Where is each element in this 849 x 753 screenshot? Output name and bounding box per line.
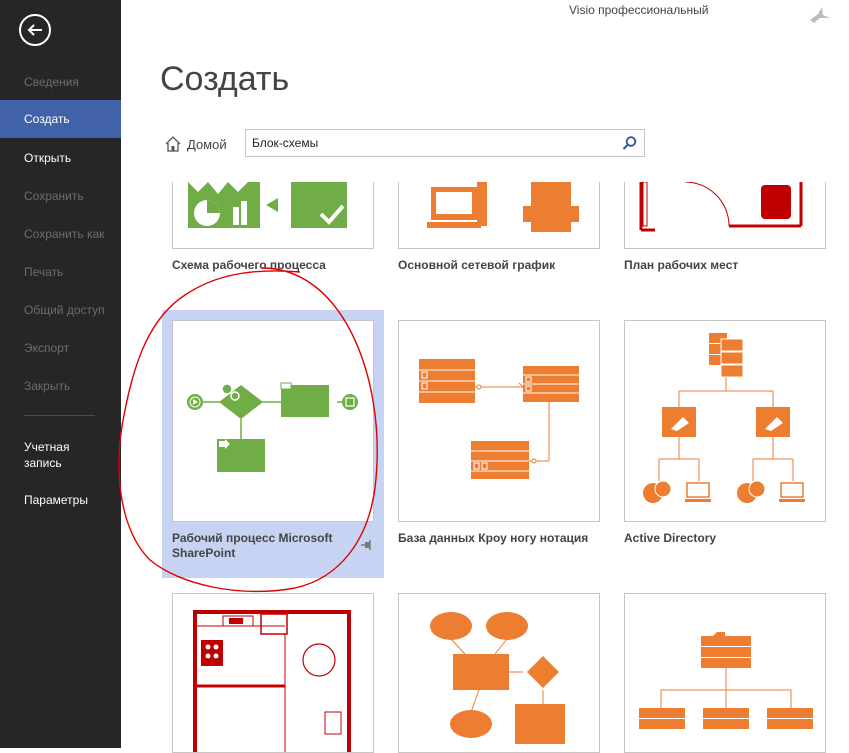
nav-new[interactable]: Создать <box>0 100 121 138</box>
template-thumb-crows-foot-db[interactable] <box>398 320 600 522</box>
template-label-office-layout[interactable]: План рабочих мест <box>624 258 738 273</box>
back-arrow-icon <box>27 24 42 36</box>
template-label-crows-foot-db[interactable]: База данных Кроу ногу нотация <box>398 531 588 546</box>
sharepoint-thumbnail-art <box>187 382 358 472</box>
template-label-workflow[interactable]: Схема рабочего процесса <box>172 258 326 273</box>
home-icon <box>165 136 181 152</box>
template-thumb-office-layout[interactable] <box>624 182 826 249</box>
home-label: Домой <box>187 136 227 152</box>
template-thumb-active-directory[interactable] <box>624 320 826 522</box>
floor-plan-thumbnail-art <box>193 610 351 752</box>
template-thumb-erd[interactable] <box>398 593 600 753</box>
active-directory-thumbnail-art <box>643 333 805 503</box>
home-link[interactable]: Домой <box>165 135 227 153</box>
template-thumb-sharepoint-workflow[interactable] <box>172 320 374 522</box>
template-thumb-ad-sites[interactable] <box>624 593 826 753</box>
pin-icon[interactable] <box>360 540 372 550</box>
template-thumb-basic-network[interactable] <box>398 182 600 249</box>
page-title: Создать <box>160 60 290 98</box>
search-input[interactable] <box>246 130 628 156</box>
nav-export[interactable]: Экспорт <box>0 341 121 355</box>
template-label-line2: SharePoint <box>172 546 236 560</box>
nav-close[interactable]: Закрыть <box>0 379 121 393</box>
template-thumb-floor-plan[interactable] <box>172 593 374 753</box>
nav-separator <box>24 415 95 416</box>
app-title: Visio профессиональный <box>569 3 709 17</box>
nav-account[interactable]: Учетная запись <box>0 439 121 471</box>
workflow-thumbnail-art <box>188 182 347 228</box>
template-thumb-workflow[interactable] <box>172 182 374 249</box>
nav-open[interactable]: Открыть <box>0 151 121 165</box>
search-icon[interactable] <box>622 135 638 151</box>
ad-sites-thumbnail-art <box>639 632 813 729</box>
nav-save-as[interactable]: Сохранить как <box>0 227 121 241</box>
template-label-line1: Рабочий процесс Microsoft <box>172 531 333 545</box>
bird-icon <box>810 7 830 23</box>
search-box <box>245 129 645 157</box>
template-label-sharepoint-workflow[interactable]: Рабочий процесс Microsoft SharePoint <box>172 531 333 561</box>
crows-foot-thumbnail-art <box>419 359 579 479</box>
back-button[interactable] <box>19 14 51 46</box>
template-label-active-directory[interactable]: Active Directory <box>624 531 716 546</box>
template-label-basic-network[interactable]: Основной сетевой график <box>398 258 555 273</box>
network-thumbnail-art <box>427 182 579 232</box>
nav-info[interactable]: Сведения <box>0 75 121 89</box>
office-layout-thumbnail-art <box>639 182 803 232</box>
backstage-sidebar: Сведения Создать Открыть Сохранить Сохра… <box>0 0 121 748</box>
nav-account-line1: Учетная <box>24 440 70 454</box>
nav-options[interactable]: Параметры <box>0 493 121 507</box>
nav-share[interactable]: Общий доступ <box>0 303 121 317</box>
nav-save[interactable]: Сохранить <box>0 189 121 203</box>
nav-print[interactable]: Печать <box>0 265 121 279</box>
nav-account-line2: запись <box>24 456 62 470</box>
erd-thumbnail-art <box>430 612 565 744</box>
